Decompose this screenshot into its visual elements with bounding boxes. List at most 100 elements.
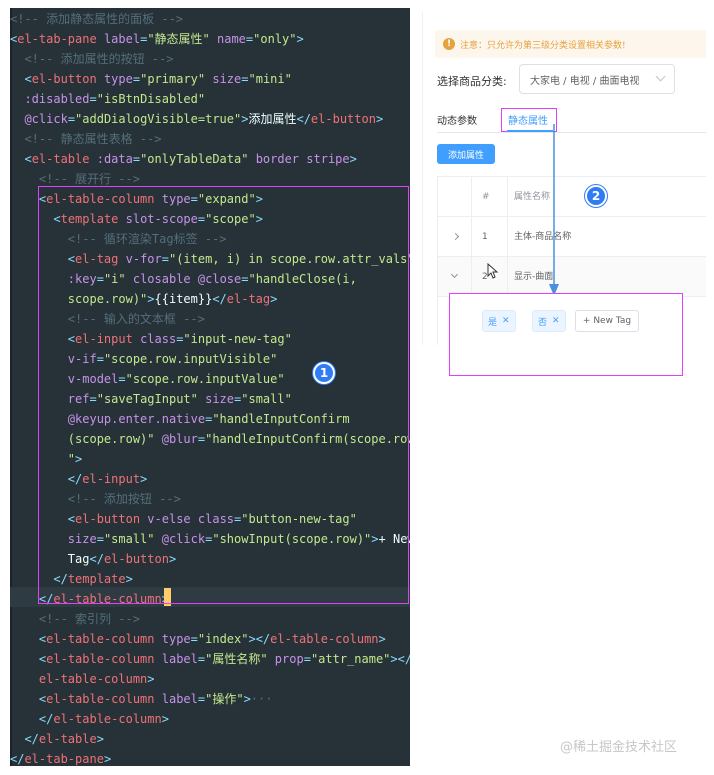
code-line: @click="addDialogVisible=true" > 添加属性</el-… [10,109,383,129]
code-token: <!-- 索引列 --> [38,612,140,626]
code-token: template [67,572,126,586]
code-token: "button-new-tag" [241,512,357,526]
code-token: > [140,472,148,486]
step-badge-2: 2 [585,185,607,207]
code-token: "scope.row.inputVisible" [103,352,278,366]
code-token: "操作" [205,692,244,706]
code-token: ··· [250,692,273,706]
code-line: "> [10,449,82,469]
code-token: "small" [241,392,292,406]
code-token: "scope" [205,212,256,226]
code-token: > [375,112,384,126]
code-token: template [60,212,119,226]
code-token: > [75,452,83,466]
code-token: v-else [147,512,191,526]
code-line: :key="i" closable @close="handleClose(i, [10,269,357,289]
code-token: closable [132,272,191,286]
code-token: > [147,292,155,306]
code-token: size [205,392,235,406]
code-token: class [140,332,177,346]
code-token: < [67,512,76,526]
code-token: stripe [306,152,350,166]
code-token: = [303,652,311,666]
code-token: el-table-column [270,632,379,646]
code-token: @click [161,532,206,546]
category-cascader[interactable]: 大家电 / 电视 / 曲面电视 [519,64,675,94]
table-row: 1 主体-商品名称 [438,217,706,257]
code-token: <!-- 循环渲染Tag标签 --> [67,232,227,246]
code-token: el-table-column [46,652,155,666]
code-token: "small" [103,532,155,546]
attr-tag: 是 ✕ [482,310,516,332]
mouse-pointer-icon [487,263,499,279]
code-token: "attr_name" [310,652,391,666]
code-token: size [67,532,97,546]
code-token: "saveTagInput" [96,392,198,406]
category-value: 大家电 / 电视 / 曲面电视 [530,75,640,87]
code-token: "index" [197,632,249,646]
tag-label: 否 [538,317,548,328]
expand-toggle[interactable] [438,257,472,297]
code-token: size [212,72,242,86]
header-expand-cell [438,177,472,217]
code-token: border [255,152,300,166]
tab-divider [437,132,706,133]
code-token: el-tab-pane [24,752,104,766]
tab-dynamic-params[interactable]: 动态参数 [437,112,477,132]
code-token: " [67,452,76,466]
code-token: "only" [253,32,297,46]
code-line: <el-table-column label="属性名称" prop="attr… [10,649,410,669]
row-attr-name: 显示-曲面 [514,272,554,282]
warning-icon: ! [443,38,455,50]
add-attribute-button[interactable]: 添加属性 [437,144,495,164]
code-token: el-button [310,112,376,126]
code-line: <!-- 索引列 --> [10,609,140,629]
code-line: </el-table> [10,729,103,749]
code-line: <el-button type="primary" size="mini" [10,69,291,89]
code-token: > [103,752,112,766]
code-token: <!-- 输入的文本框 --> [67,312,205,326]
code-line: @keyup.enter.native="handleInputConfirm [10,409,350,429]
code-line: <el-input class="input-new-tag" [10,329,292,349]
code-line: </el-table-column> [10,589,169,609]
code-token: (scope.row)" [67,432,155,446]
code-line: </el-input> [10,469,147,489]
code-line: <!-- 添加按钮 --> [10,489,181,509]
code-token: :disabled [24,92,90,106]
code-token: @blur [161,432,198,446]
code-token: > [168,552,177,566]
code-token: = [132,152,141,166]
code-token: type [161,192,191,206]
close-icon[interactable]: ✕ [552,316,560,326]
code-token: "showInput(scope.row)" [212,532,372,546]
code-token: = [132,72,141,86]
code-line: scope.row)">{{item}}</el-tag> [10,289,278,309]
expand-toggle[interactable] [438,217,472,257]
new-tag-button[interactable]: + New Tag [575,310,639,332]
code-token: el-button [75,512,141,526]
close-icon[interactable]: ✕ [502,316,510,326]
code-token: "i" [103,272,126,286]
code-token: = [96,272,104,286]
code-token: type [161,632,191,646]
